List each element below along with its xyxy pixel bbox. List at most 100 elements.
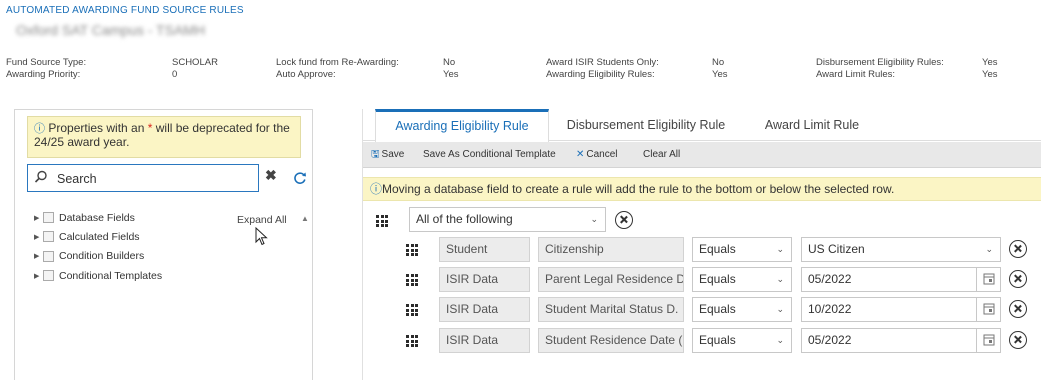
comparison-select[interactable]: Equals ⌄ [692,237,792,262]
tree-item-database-fields[interactable]: ▶ Database Fields [34,208,162,227]
rule-tabs: Awarding Eligibility Rule Disbursement E… [363,109,1041,142]
property-value: No [443,57,456,68]
rule-date-input[interactable]: 10/2022 [801,297,1001,322]
rule-editor-panel: Awarding Eligibility Rule Disbursement E… [362,109,1041,380]
rule-value: 05/2022 [808,333,852,347]
cancel-button[interactable]: ✕ Cancel [576,142,618,168]
remove-rule-icon[interactable] [1009,240,1027,258]
property-label: Disbursement Eligibility Rules: [816,57,944,68]
remove-rule-icon[interactable] [1009,331,1027,349]
caret-right-icon[interactable]: ▶ [34,214,42,222]
close-icon: ✕ [576,149,585,160]
rule-source-field: ISIR Data [439,328,530,353]
tree-checkbox[interactable] [43,212,54,224]
tree-item-conditional-templates[interactable]: ▶ Conditional Templates [34,266,162,285]
chevron-down-icon: ⌄ [776,274,784,284]
tab-award-limit-rule[interactable]: Award Limit Rule [757,109,867,141]
scroll-up-icon[interactable]: ▲ [301,214,309,223]
property-label: Award ISIR Students Only: [546,57,659,68]
property-label: Awarding Priority: [6,69,81,80]
page-title: AUTOMATED AWARDING FUND SOURCE RULES [6,5,244,16]
comparison-select[interactable]: Equals ⌄ [692,267,792,292]
tree-item-calculated-fields[interactable]: ▶ Calculated Fields [34,227,162,246]
rule-value: US Citizen [808,242,865,256]
tree-item-label: Database Fields [59,211,135,224]
property-label: Auto Approve: [276,69,336,80]
property-label: Fund Source Type: [6,57,87,68]
tree-item-label: Calculated Fields [59,230,140,243]
remove-rule-icon[interactable] [1009,300,1027,318]
info-icon: ⓘ [370,182,383,196]
calendar-icon[interactable] [976,268,1000,291]
drag-handle-icon[interactable] [406,304,418,316]
rule-date-input[interactable]: 05/2022 [801,267,1001,292]
refresh-icon[interactable] [293,171,307,185]
drag-handle-icon[interactable] [406,335,418,347]
rule-toolbar: 🖫 Save Save As Conditional Template ✕ Canc… [363,142,1041,168]
property-value: SCHOLAR [172,57,218,68]
chevron-down-icon: ⌄ [776,335,784,345]
clear-search-icon[interactable]: ✖ [265,167,277,184]
save-button[interactable]: 🖫 Save [371,142,404,168]
rule-field-name: Student Marital Status D. [538,297,684,322]
property-label: Lock fund from Re-Awarding: [276,57,399,68]
drag-handle-icon[interactable] [406,274,418,286]
campus-name: Oxford SAT Campus - TSAMH [16,22,206,38]
chevron-down-icon: ⌄ [776,244,784,254]
tab-disbursement-eligibility-rule[interactable]: Disbursement Eligibility Rule [556,109,736,141]
group-operator-value: All of the following [416,212,513,226]
caret-right-icon[interactable]: ▶ [34,233,42,241]
calendar-icon[interactable] [976,329,1000,352]
info-message: ⓘMoving a database field to create a rul… [363,177,1041,201]
search-box [27,164,259,192]
rule-field-name: Citizenship [538,237,684,262]
chevron-down-icon: ⌄ [985,244,993,254]
property-value: No [712,57,725,68]
search-input[interactable] [57,169,255,188]
field-browser-panel: ⓘ Properties with an * will be deprecate… [14,109,313,380]
calendar-icon[interactable] [976,298,1000,321]
tab-awarding-eligibility-rule[interactable]: Awarding Eligibility Rule [375,109,549,142]
tree-item-condition-builders[interactable]: ▶ Condition Builders [34,247,162,266]
tree-item-label: Condition Builders [59,250,145,263]
search-icon [34,170,47,183]
remove-group-icon[interactable] [615,211,633,229]
rule-value: 10/2022 [808,302,852,316]
clear-all-button[interactable]: Clear All [643,142,680,168]
group-operator-select[interactable]: All of the following ⌄ [409,207,606,232]
field-tree: ▶ Database Fields ▶ Calculated Fields ▶ … [34,208,162,285]
comparison-select[interactable]: Equals ⌄ [692,328,792,353]
tree-checkbox[interactable] [43,231,54,243]
comparison-select[interactable]: Equals ⌄ [692,297,792,322]
property-label: Award Limit Rules: [816,69,896,80]
remove-rule-icon[interactable] [1009,270,1027,288]
rule-value-select[interactable]: US Citizen ⌄ [801,237,1001,262]
info-message-text: Moving a database field to create a rule… [382,182,895,196]
rule-source-field: Student [439,237,530,262]
tree-checkbox[interactable] [43,270,54,282]
rule-source-field: ISIR Data [439,297,530,322]
property-value: Yes [443,69,459,80]
caret-right-icon[interactable]: ▶ [34,252,42,260]
rule-source-field: ISIR Data [439,267,530,292]
info-icon: ⓘ [34,123,45,135]
note-text-start: Properties with an [48,121,148,135]
property-value: Yes [982,69,998,80]
tree-checkbox[interactable] [43,250,54,262]
property-value: Yes [982,57,998,68]
tree-item-label: Conditional Templates [59,269,163,282]
rule-field-name: Parent Legal Residence D [538,267,684,292]
property-value: 0 [172,69,178,80]
drag-handle-icon[interactable] [376,215,388,227]
chevron-down-icon: ⌄ [590,214,598,224]
comparison-value: Equals [699,333,736,347]
save-as-template-button[interactable]: Save As Conditional Template [423,142,556,168]
caret-right-icon[interactable]: ▶ [34,272,42,280]
comparison-value: Equals [699,272,736,286]
fund-source-properties: Fund Source Type: SCHOLAR Awarding Prior… [0,57,1041,83]
save-label: Save [381,149,405,160]
rule-date-input[interactable]: 05/2022 [801,328,1001,353]
expand-all-link[interactable]: Expand All [237,214,287,226]
drag-handle-icon[interactable] [406,244,418,256]
save-icon: 🖫 [371,149,380,160]
